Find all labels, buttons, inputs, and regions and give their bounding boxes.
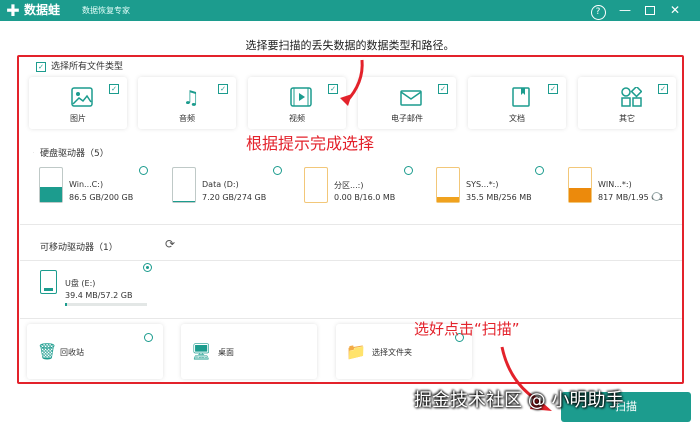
file-type-document[interactable]: ✓ 文档 (468, 77, 566, 129)
drive-name: SYS...*:) (466, 180, 499, 189)
drive-radio[interactable] (535, 166, 544, 175)
file-type-email[interactable]: ✓ 电子邮件 (358, 77, 456, 129)
minimize-button[interactable]: — (616, 1, 634, 20)
desktop-icon: 🖥 (191, 342, 212, 361)
file-type-label: 电子邮件 (391, 114, 423, 123)
divider (20, 224, 682, 225)
hard-drives-title: 硬盘驱动器（5） (40, 149, 109, 159)
drive-name: 分区...:) (334, 181, 364, 190)
annotation-arrow-icon (340, 59, 364, 106)
file-type-audio[interactable]: ♫ ✓ 音频 (138, 77, 236, 129)
drive-icon (568, 167, 592, 203)
document-icon (510, 87, 532, 109)
drive-size: 86.5 GB/200 GB (69, 193, 134, 202)
drive-radio[interactable] (139, 166, 148, 175)
divider (20, 260, 682, 261)
usb-drive-size: 39.4 MB/57.2 GB (65, 291, 133, 300)
close-button[interactable]: ✕ (666, 1, 684, 20)
drive-item[interactable]: Win...C:) 86.5 GB/200 GB (39, 166, 167, 209)
drive-size: 7.20 GB/274 GB (202, 193, 267, 202)
usb-drive-icon[interactable] (40, 270, 57, 294)
callout-scan-text: 选好点击“扫描” (414, 320, 520, 338)
drive-icon (436, 167, 460, 203)
file-type-video[interactable]: ✓ 视频 (248, 77, 346, 129)
drive-item[interactable]: SYS...*:) 35.5 MB/256 MB (436, 166, 564, 209)
folder-icon: 📁 (346, 342, 366, 361)
other-icon (620, 85, 643, 109)
file-type-image[interactable]: ✓ 图片 (29, 77, 127, 129)
drive-item[interactable]: WIN...*:) 817 MB/1.95 GB (568, 166, 696, 209)
drive-name: WIN...*:) (598, 180, 632, 189)
drive-icon (172, 167, 196, 203)
drive-usage-fill (173, 200, 195, 202)
file-type-other[interactable]: ✓ 其它 (578, 77, 676, 129)
file-type-label: 其它 (619, 114, 635, 123)
location-label: 选择文件夹 (372, 348, 412, 357)
checkbox-icon[interactable]: ✓ (548, 84, 558, 94)
callout-select-text: 根据提示完成选择 (246, 134, 375, 153)
location-desktop[interactable]: 🖥 桌面 (181, 324, 317, 379)
checkbox-icon: ✓ (36, 61, 46, 72)
divider (20, 318, 682, 319)
drive-usage-fill (40, 187, 62, 202)
checkbox-icon[interactable]: ✓ (658, 84, 668, 94)
drive-name: Win...C:) (69, 180, 104, 189)
drive-icon (304, 167, 328, 203)
title-bar: ✚ 数据蛙 数据恢复专家 ? — ✕ (0, 0, 700, 21)
location-recycle-bin[interactable]: 🗑 回收站 (27, 324, 163, 379)
select-all-checkbox[interactable]: ✓ 选择所有文件类型 (36, 59, 123, 72)
usb-radio[interactable] (143, 263, 152, 272)
mail-icon (400, 87, 422, 109)
maximize-icon (645, 6, 655, 15)
divider (33, 152, 34, 153)
file-type-label: 图片 (70, 114, 86, 123)
watermark-text: 掘金技术社区 @ 小明助手 (414, 390, 624, 411)
file-type-label: 文档 (509, 114, 525, 123)
drive-radio[interactable] (273, 166, 282, 175)
drive-radio[interactable] (404, 166, 413, 175)
drive-radio[interactable] (652, 192, 661, 201)
removable-drives-title: 可移动驱动器（1） (40, 243, 118, 253)
help-icon[interactable]: ? (589, 1, 607, 20)
drive-usage-fill (437, 197, 459, 202)
drive-icon (39, 167, 63, 203)
file-type-label: 音频 (179, 114, 195, 123)
drive-size: 35.5 MB/256 MB (466, 193, 532, 202)
location-label: 回收站 (60, 348, 84, 357)
file-type-label: 视频 (289, 114, 305, 123)
recycle-bin-icon: 🗑 (37, 342, 58, 361)
app-logo-icon: ✚ (6, 1, 20, 20)
usb-drive-name: U盘 (E:) (65, 279, 96, 288)
music-icon: ♫ (182, 87, 200, 109)
instruction-text: 选择要扫描的丢失数据的数据类型和路径。 (245, 39, 455, 52)
drive-item[interactable]: 分区...:) 0.00 B/16.0 MB (304, 166, 432, 209)
checkbox-icon[interactable]: ✓ (438, 84, 448, 94)
image-icon (71, 87, 93, 109)
location-radio[interactable] (144, 333, 153, 342)
refresh-icon[interactable]: ⟳ (165, 237, 175, 251)
video-icon (290, 87, 312, 109)
app-name: 数据蛙 (24, 3, 61, 17)
usb-usage-bar (65, 303, 147, 306)
checkbox-icon[interactable]: ✓ (328, 84, 338, 94)
usb-usage-fill (65, 303, 67, 306)
select-all-label: 选择所有文件类型 (51, 62, 124, 72)
checkbox-icon[interactable]: ✓ (218, 84, 228, 94)
checkbox-icon[interactable]: ✓ (109, 84, 119, 94)
maximize-button[interactable] (641, 1, 659, 20)
app-subtitle: 数据恢复专家 (82, 6, 130, 15)
drive-usage-fill (569, 187, 591, 202)
drive-name: Data (D:) (202, 180, 239, 189)
drive-size: 0.00 B/16.0 MB (334, 193, 396, 202)
location-label: 桌面 (218, 348, 234, 357)
